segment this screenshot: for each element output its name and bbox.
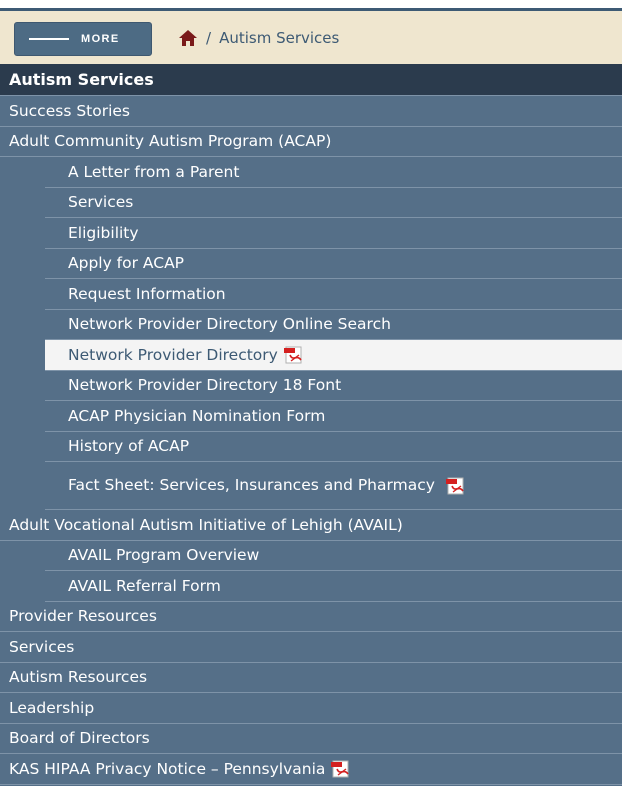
nav-item-provider-directory-18-font[interactable]: Network Provider Directory 18 Font: [45, 371, 622, 401]
nav-item-history-of-acap[interactable]: History of ACAP: [45, 432, 622, 462]
nav-item-label: Fact Sheet: Services, Insurances and Pha…: [68, 476, 435, 495]
nav-item-label: Adult Vocational Autism Initiative of Le…: [9, 515, 403, 534]
nav-item-label: Eligibility: [68, 223, 139, 242]
nav-header[interactable]: Autism Services: [0, 64, 622, 96]
nav-item-label: Provider Resources: [9, 607, 157, 626]
acap-submenu: A Letter from a Parent Services Eligibil…: [45, 157, 622, 510]
more-button-label: MORE: [81, 33, 120, 45]
nav-item-label: ACAP Physician Nomination Form: [68, 406, 326, 425]
pdf-icon: [331, 760, 350, 778]
nav-item-label: Network Provider Directory Online Search: [68, 315, 391, 334]
nav-item-fact-sheet[interactable]: Fact Sheet: Services, Insurances and Pha…: [45, 462, 622, 510]
nav-item-label: Services: [68, 193, 134, 212]
nav-item-label: Services: [9, 637, 75, 656]
nav-item-physician-nomination-form[interactable]: ACAP Physician Nomination Form: [45, 401, 622, 432]
nav-item-provider-directory-online-search[interactable]: Network Provider Directory Online Search: [45, 310, 622, 340]
nav-item-label: Adult Community Autism Program (ACAP): [9, 132, 332, 151]
nav-item-label: Success Stories: [9, 101, 131, 120]
more-button[interactable]: MORE: [14, 22, 152, 56]
nav-item-label: Autism Resources: [9, 668, 148, 687]
nav-item-label: Request Information: [68, 284, 226, 303]
nav-item-label: Network Provider Directory 18 Font: [68, 376, 342, 395]
nav-item-label: Board of Directors: [9, 729, 150, 748]
nav-item-network-provider-directory[interactable]: Network Provider Directory: [45, 340, 622, 371]
nav-item-board-of-directors[interactable]: Board of Directors: [0, 724, 622, 754]
nav-item-label: Network Provider Directory: [68, 345, 278, 364]
nav-item-avail[interactable]: Adult Vocational Autism Initiative of Le…: [0, 510, 622, 541]
home-icon[interactable]: [178, 29, 198, 47]
breadcrumb-separator: /: [206, 29, 212, 47]
nav-item-avail-program-overview[interactable]: AVAIL Program Overview: [45, 541, 622, 571]
nav-item-success-stories[interactable]: Success Stories: [0, 96, 622, 127]
nav-item-services[interactable]: Services: [0, 632, 622, 663]
nav-item-eligibility[interactable]: Eligibility: [45, 218, 622, 249]
nav-item-label: History of ACAP: [68, 437, 190, 456]
nav-item-hipaa-privacy-notice[interactable]: KAS HIPAA Privacy Notice – Pennsylvania: [0, 754, 622, 785]
menu-line-icon: [29, 38, 69, 40]
nav-item-label: Apply for ACAP: [68, 254, 185, 273]
pdf-icon: [445, 477, 464, 495]
nav-item-avail-referral-form[interactable]: AVAIL Referral Form: [45, 571, 622, 602]
nav-item-label: AVAIL Program Overview: [68, 546, 260, 565]
nav-item-acap[interactable]: Adult Community Autism Program (ACAP): [0, 127, 622, 157]
nav-item-acap-services[interactable]: Services: [45, 188, 622, 218]
avail-submenu: AVAIL Program Overview AVAIL Referral Fo…: [45, 541, 622, 602]
pdf-icon: [283, 346, 302, 364]
breadcrumb-current[interactable]: Autism Services: [219, 29, 339, 47]
side-navigation: Autism Services Success Stories Adult Co…: [0, 64, 622, 786]
nav-item-request-information[interactable]: Request Information: [45, 279, 622, 310]
nav-item-label: AVAIL Referral Form: [68, 576, 221, 595]
nav-item-apply-for-acap[interactable]: Apply for ACAP: [45, 249, 622, 279]
breadcrumb: / Autism Services: [178, 29, 339, 47]
nav-item-label: KAS HIPAA Privacy Notice – Pennsylvania: [9, 759, 326, 778]
nav-item-letter-from-parent[interactable]: A Letter from a Parent: [45, 157, 622, 188]
nav-item-leadership[interactable]: Leadership: [0, 693, 622, 724]
nav-item-label-wrap: Fact Sheet: Services, Insurances and Pha…: [68, 476, 508, 495]
nav-item-provider-resources[interactable]: Provider Resources: [0, 602, 622, 632]
nav-item-label: Leadership: [9, 698, 95, 717]
top-bar: MORE / Autism Services: [0, 8, 622, 64]
page: MORE / Autism Services Autism Services S…: [0, 0, 622, 786]
nav-item-autism-resources[interactable]: Autism Resources: [0, 663, 622, 693]
nav-item-label: A Letter from a Parent: [68, 162, 240, 181]
